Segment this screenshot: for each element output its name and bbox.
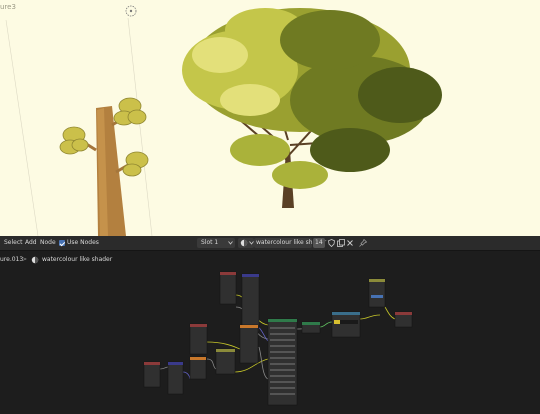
slot-label: Slot 1 <box>201 239 219 246</box>
3d-viewport[interactable]: ure3 <box>0 0 540 236</box>
node-image-tex[interactable] <box>143 361 161 388</box>
breadcrumb-material[interactable]: watercolour like shader <box>42 256 112 263</box>
pin-icon[interactable] <box>359 239 367 247</box>
menu-node[interactable]: Node <box>40 239 56 247</box>
node-mix-shader[interactable] <box>368 278 386 308</box>
viewport-scene <box>5 5 442 236</box>
node-vector[interactable] <box>239 324 259 364</box>
node-separate[interactable] <box>167 361 184 395</box>
menu-add[interactable]: Add <box>25 239 37 247</box>
node-colorramp-2[interactable] <box>331 311 361 338</box>
node-mix[interactable] <box>215 348 236 375</box>
gizmo-icon[interactable] <box>125 5 137 17</box>
chevron-down-icon <box>228 241 233 245</box>
node-graph[interactable] <box>0 267 540 410</box>
node-shader-to-rgb[interactable] <box>301 321 321 334</box>
node-tex-coord[interactable] <box>219 271 237 305</box>
material-sphere-icon <box>31 256 39 264</box>
use-nodes-checkbox[interactable] <box>59 240 65 246</box>
node-principled-bsdf[interactable] <box>267 318 298 406</box>
large-tree <box>182 8 442 208</box>
node-noise[interactable] <box>189 356 207 380</box>
breadcrumb-separator: > <box>22 256 28 263</box>
breadcrumb-object[interactable]: ure.013 <box>0 256 23 263</box>
close-icon[interactable] <box>347 240 353 246</box>
node-graph-canvas <box>143 271 413 406</box>
duplicate-icon[interactable] <box>337 239 345 247</box>
node-material-output[interactable] <box>394 311 413 328</box>
material-sphere-icon <box>240 239 248 247</box>
menu-select[interactable]: Select <box>4 239 23 247</box>
use-nodes-label: Use Nodes <box>67 239 99 246</box>
viewport-corner-label: ure3 <box>0 3 16 11</box>
small-tree <box>59 97 149 236</box>
node-mapping[interactable] <box>241 273 260 333</box>
user-count: 14 <box>315 239 323 246</box>
shield-icon[interactable] <box>328 239 335 247</box>
node-colorramp-1[interactable] <box>189 323 208 355</box>
